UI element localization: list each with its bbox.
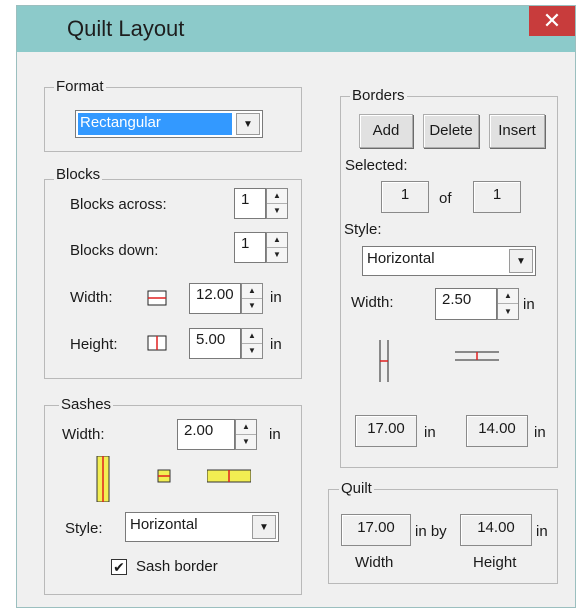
border-dim-b-unit: in (534, 424, 546, 441)
stepper-up-icon[interactable]: ▲ (242, 329, 262, 344)
stepper-up-icon[interactable]: ▲ (498, 289, 518, 304)
border-width-unit: in (523, 296, 535, 313)
block-height-field[interactable]: 5.00 (189, 328, 241, 359)
block-width-icon (147, 290, 167, 306)
quilt-height-caption: Height (473, 554, 517, 571)
selected-label: Selected: (345, 157, 408, 174)
sash-style-select[interactable]: Horizontal ▼ (125, 512, 279, 542)
border-vertical-icon (379, 340, 389, 382)
sashes-group-label: Sashes (59, 396, 114, 413)
stepper-down-icon[interactable]: ▼ (242, 344, 262, 359)
block-height-unit: in (270, 336, 282, 353)
sash-style-value: Horizontal (130, 516, 198, 533)
border-width-field[interactable]: 2.50 (435, 288, 497, 320)
blocks-down-label: Blocks down: (70, 242, 159, 259)
border-style-label: Style: (344, 221, 382, 238)
selected-of-label: of (439, 190, 452, 207)
stepper-up-icon[interactable]: ▲ (236, 420, 256, 435)
block-width-field[interactable]: 12.00 (189, 283, 241, 314)
sash-width-stepper[interactable]: ▲ ▼ (235, 419, 257, 450)
format-select[interactable]: Rectangular ▼ (75, 110, 263, 138)
insert-border-button[interactable]: Insert (489, 114, 545, 148)
sash-width-field[interactable]: 2.00 (177, 419, 235, 450)
quilt-by-label: in by (415, 523, 447, 540)
quilt-width-field: 17.00 (341, 514, 411, 546)
blocks-across-stepper[interactable]: ▲ ▼ (266, 188, 288, 219)
chevron-down-icon[interactable]: ▼ (509, 249, 533, 273)
stepper-down-icon[interactable]: ▼ (236, 435, 256, 450)
border-dim-b-field: 14.00 (466, 415, 528, 447)
sash-style-label: Style: (65, 520, 103, 537)
sash-border-label[interactable]: Sash border (136, 558, 218, 575)
borders-group (340, 96, 558, 468)
border-style-value: Horizontal (367, 250, 435, 267)
selected-index-field: 1 (381, 181, 429, 213)
blocks-down-stepper[interactable]: ▲ ▼ (266, 232, 288, 263)
blocks-across-label: Blocks across: (70, 196, 167, 213)
stepper-down-icon[interactable]: ▼ (242, 299, 262, 314)
close-button[interactable]: ✕ (529, 6, 575, 36)
sash-horizontal-icon (207, 469, 251, 483)
selected-total-field: 1 (473, 181, 521, 213)
border-width-label: Width: (351, 294, 394, 311)
sash-border-checkbox[interactable]: ✔ (111, 559, 127, 575)
quilt-width-caption: Width (355, 554, 394, 571)
stepper-down-icon[interactable]: ▼ (267, 204, 287, 219)
blocks-group-label: Blocks (54, 166, 103, 183)
block-height-label: Height: (70, 336, 118, 353)
delete-border-button[interactable]: Delete (423, 114, 479, 148)
block-height-icon (147, 335, 167, 351)
blocks-down-field[interactable]: 1 (234, 232, 266, 263)
blocks-across-field[interactable]: 1 (234, 188, 266, 219)
add-border-button[interactable]: Add (359, 114, 413, 148)
sash-width-unit: in (269, 426, 281, 443)
title-bar[interactable]: Quilt Layout ✕ (17, 6, 575, 52)
stepper-up-icon[interactable]: ▲ (267, 189, 287, 204)
stepper-up-icon[interactable]: ▲ (267, 233, 287, 248)
stepper-down-icon[interactable]: ▼ (267, 248, 287, 263)
borders-group-label: Borders (350, 87, 407, 104)
border-style-select[interactable]: Horizontal ▼ (362, 246, 536, 276)
block-width-label: Width: (70, 289, 113, 306)
quilt-layout-dialog: Quilt Layout ✕ Format Rectangular ▼ Bloc… (16, 5, 576, 608)
quilt-group-label: Quilt (339, 480, 374, 497)
border-dim-a-field: 17.00 (355, 415, 417, 447)
quilt-height-field: 14.00 (460, 514, 532, 546)
sash-width-label: Width: (62, 426, 105, 443)
stepper-up-icon[interactable]: ▲ (242, 284, 262, 299)
quilt-height-unit: in (536, 523, 548, 540)
border-horizontal-icon (455, 351, 499, 361)
sash-crossing-icon (157, 469, 171, 483)
stepper-down-icon[interactable]: ▼ (498, 304, 518, 319)
sash-vertical-icon (96, 456, 110, 502)
chevron-down-icon[interactable]: ▼ (236, 113, 260, 135)
format-group-label: Format (54, 78, 106, 95)
border-width-stepper[interactable]: ▲ ▼ (497, 288, 519, 320)
format-select-value: Rectangular (80, 114, 161, 131)
block-height-stepper[interactable]: ▲ ▼ (241, 328, 263, 359)
window-title: Quilt Layout (67, 16, 185, 41)
block-width-unit: in (270, 289, 282, 306)
block-width-stepper[interactable]: ▲ ▼ (241, 283, 263, 314)
border-dim-a-unit: in (424, 424, 436, 441)
chevron-down-icon[interactable]: ▼ (252, 515, 276, 539)
